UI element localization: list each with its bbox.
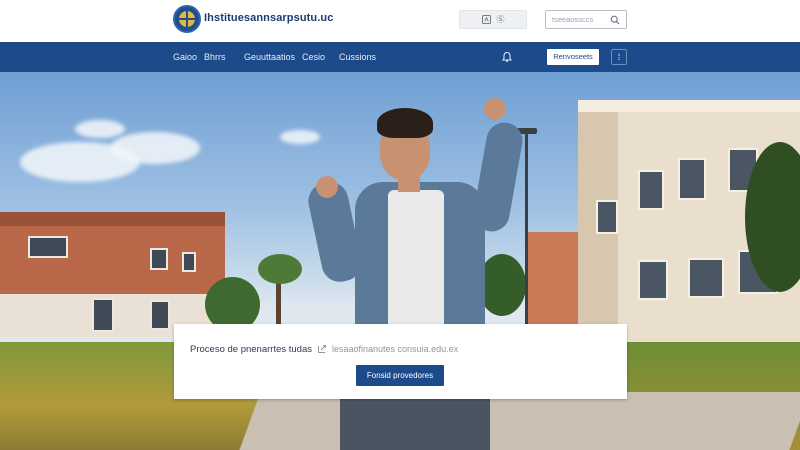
nav-item-3[interactable]: Geuuttaatios: [244, 42, 295, 72]
search-input[interactable]: [552, 13, 608, 26]
nav-item-1[interactable]: Gaioo: [173, 42, 197, 72]
street-lamp: [525, 132, 528, 327]
site-name[interactable]: Ihstituesannsarpsutu.uc: [204, 12, 333, 24]
nav-item-2[interactable]: Bhrrs: [204, 42, 226, 72]
card-row: Proceso de pnenarrtes tudas lesaaofinanu…: [190, 342, 610, 356]
info-card: Proceso de pnenarrtes tudas lesaaofinanu…: [174, 324, 627, 399]
cloud: [110, 132, 200, 164]
person-hair: [377, 108, 433, 138]
card-label: Proceso de pnenarrtes tudas: [190, 343, 312, 355]
nav-item-5[interactable]: Cussions: [339, 42, 376, 72]
walkway: [239, 392, 800, 450]
search-box[interactable]: [545, 10, 627, 29]
link-icon: [318, 345, 326, 353]
cloud: [280, 130, 320, 144]
nav-action-button[interactable]: Renvoseets: [547, 49, 599, 65]
building-left: [0, 212, 225, 337]
translate-icon: [481, 15, 491, 24]
language-button-label: Ⓢ: [496, 15, 505, 24]
palm-tree: [258, 254, 302, 284]
tree: [478, 254, 526, 316]
notification-bell-icon[interactable]: [501, 51, 513, 63]
cloud: [75, 120, 125, 138]
search-icon[interactable]: [610, 15, 620, 25]
logo-emblem-icon[interactable]: [173, 5, 201, 33]
nav-item-4[interactable]: Cesio: [302, 42, 325, 72]
language-button[interactable]: Ⓢ: [459, 10, 527, 29]
card-link[interactable]: lesaaofinanutes consuia.edu.ex: [332, 344, 458, 354]
card-primary-button[interactable]: Fonsid provedores: [356, 365, 444, 386]
main-nav: Gaioo Bhrrs Geuuttaatios Cesio Cussions: [0, 42, 800, 72]
top-bar: Ihstituesannsarpsutu.uc Ⓢ: [0, 0, 800, 42]
menu-icon[interactable]: ⁞: [611, 49, 627, 65]
